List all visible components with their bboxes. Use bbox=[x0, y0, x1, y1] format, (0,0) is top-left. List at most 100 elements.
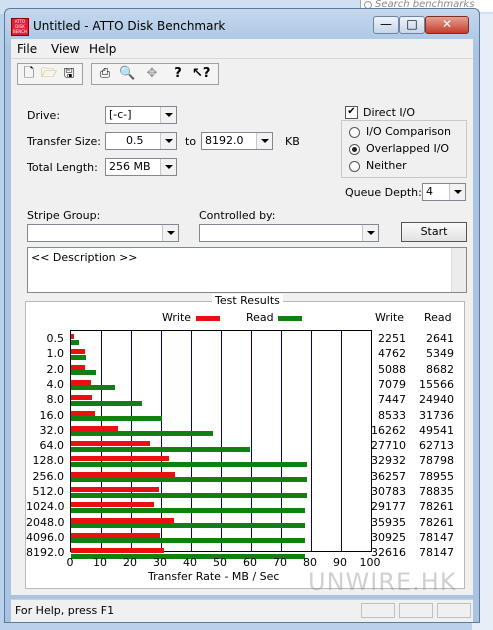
chevron-down-icon[interactable] bbox=[160, 107, 176, 123]
maximize-button[interactable]: □ bbox=[399, 16, 425, 34]
queue-depth-label: Queue Depth: bbox=[345, 186, 422, 199]
x-tick-label: 20 bbox=[123, 556, 137, 569]
context-help-icon[interactable]: ↖? bbox=[192, 66, 210, 82]
write-value: 7079 bbox=[378, 377, 406, 391]
write-bar bbox=[71, 349, 85, 355]
controlled-by-dropdown[interactable] bbox=[199, 224, 379, 242]
chevron-down-icon[interactable] bbox=[162, 225, 178, 241]
save-disk-icon[interactable]: 🖫 bbox=[61, 66, 77, 82]
write-value: 36257 bbox=[371, 469, 406, 483]
read-bar bbox=[71, 461, 307, 467]
write-bar bbox=[71, 502, 155, 508]
status-panel-2 bbox=[399, 603, 433, 618]
drive-value: [-c-] bbox=[109, 108, 132, 121]
transfer-size-from-dropdown[interactable]: 0.5 bbox=[105, 132, 177, 150]
write-value: 35935 bbox=[371, 515, 406, 529]
total-length-dropdown[interactable]: 256 MB bbox=[105, 158, 177, 176]
total-length-label: Total Length: bbox=[27, 161, 98, 174]
chevron-down-icon[interactable] bbox=[256, 133, 272, 149]
category-label: 512.0 bbox=[32, 485, 65, 498]
category-label: 4.0 bbox=[46, 377, 65, 391]
x-tick-label: 10 bbox=[93, 556, 107, 569]
status-panel-1 bbox=[361, 603, 395, 618]
description-text: << Description >> bbox=[31, 251, 138, 264]
menu-view[interactable]: View bbox=[51, 42, 79, 56]
legend-write-swatch bbox=[196, 316, 220, 321]
title-bar[interactable]: ATTO DISK BENCH Untitled - ATTO Disk Ben… bbox=[5, 9, 479, 39]
new-document-icon[interactable]: 🗋 bbox=[21, 66, 37, 82]
write-bar bbox=[71, 441, 151, 447]
io-comparison-label[interactable]: I/O Comparison bbox=[366, 125, 451, 138]
transfer-to-value: 8192.0 bbox=[205, 134, 244, 147]
read-value: 78147 bbox=[419, 546, 454, 560]
read-bar bbox=[71, 400, 143, 406]
overlapped-io-radio[interactable] bbox=[349, 144, 360, 155]
gridline bbox=[281, 331, 282, 551]
read-value: 62713 bbox=[419, 439, 454, 453]
chevron-down-icon[interactable] bbox=[160, 159, 176, 175]
read-bar bbox=[71, 492, 307, 498]
window-title: Untitled - ATTO Disk Benchmark bbox=[33, 19, 226, 33]
close-button[interactable]: ✕ bbox=[425, 16, 469, 34]
atto-app-icon[interactable]: ATTO DISK BENCH bbox=[11, 18, 29, 36]
to-label: to bbox=[185, 135, 197, 148]
write-bar bbox=[71, 548, 165, 554]
print-preview-icon[interactable]: 🔍 bbox=[119, 66, 135, 82]
write-bar bbox=[71, 379, 92, 385]
io-comparison-radio[interactable] bbox=[349, 127, 360, 138]
io-mode-group: I/O Comparison Overlapped I/O Neither bbox=[341, 120, 467, 178]
write-bar bbox=[71, 532, 160, 538]
description-box[interactable]: << Description >> bbox=[27, 247, 467, 293]
chevron-down-icon[interactable] bbox=[449, 184, 465, 200]
write-value: 30925 bbox=[371, 530, 406, 544]
gridline bbox=[221, 331, 222, 551]
direct-io-label[interactable]: Direct I/O bbox=[363, 106, 415, 119]
write-value: 29177 bbox=[371, 500, 406, 514]
chevron-down-icon[interactable] bbox=[160, 133, 176, 149]
menu-help[interactable]: Help bbox=[89, 42, 116, 56]
read-value: 78835 bbox=[419, 485, 454, 498]
read-bar bbox=[71, 354, 87, 360]
write-value: 30783 bbox=[371, 485, 406, 498]
drive-dropdown[interactable]: [-c-] bbox=[105, 106, 177, 124]
overlapped-io-label[interactable]: Overlapped I/O bbox=[366, 142, 449, 155]
category-label: 8.0 bbox=[46, 393, 65, 407]
read-value: 24940 bbox=[419, 393, 454, 407]
controlled-by-label: Controlled by: bbox=[199, 209, 276, 222]
write-column-header: Write bbox=[375, 311, 405, 324]
transfer-size-to-dropdown[interactable]: 8192.0 bbox=[201, 132, 273, 150]
move-icon[interactable]: ✥ bbox=[144, 66, 160, 82]
direct-io-checkbox[interactable]: ✔ bbox=[345, 106, 358, 119]
x-tick-label: 50 bbox=[213, 556, 227, 569]
minimize-button[interactable]: — bbox=[373, 16, 399, 34]
chevron-down-icon[interactable] bbox=[362, 225, 378, 241]
stripe-group-dropdown[interactable] bbox=[27, 224, 179, 242]
category-label: 1.0 bbox=[46, 347, 65, 361]
legend-read-swatch bbox=[278, 316, 302, 321]
read-value: 2641 bbox=[426, 332, 454, 345]
gridline bbox=[311, 331, 312, 551]
menu-file[interactable]: File bbox=[17, 42, 37, 56]
read-bar bbox=[71, 538, 305, 544]
category-label: 0.5 bbox=[46, 332, 65, 345]
start-button[interactable]: Start bbox=[401, 222, 467, 242]
write-value: 5088 bbox=[378, 362, 406, 376]
stripe-group-label: Stripe Group: bbox=[27, 209, 101, 222]
read-bar bbox=[71, 370, 96, 376]
neither-label[interactable]: Neither bbox=[366, 159, 407, 172]
neither-radio[interactable] bbox=[349, 161, 360, 172]
category-label: 4096.0 bbox=[26, 530, 65, 544]
read-value: 78955 bbox=[419, 469, 454, 483]
category-label: 32.0 bbox=[39, 423, 65, 437]
drive-label: Drive: bbox=[27, 109, 61, 122]
transfer-size-label: Transfer Size: bbox=[27, 135, 102, 148]
description-scrollbar[interactable] bbox=[451, 248, 466, 292]
help-icon[interactable]: ? bbox=[170, 66, 186, 82]
print-icon[interactable]: ⎙ bbox=[97, 66, 113, 82]
queue-depth-dropdown[interactable]: 4 bbox=[422, 183, 466, 201]
legend-write-label: Write bbox=[162, 311, 192, 324]
open-folder-icon[interactable]: 🗁 bbox=[41, 66, 57, 82]
read-value: 31736 bbox=[419, 408, 454, 422]
read-bar bbox=[71, 385, 116, 391]
read-bar bbox=[71, 416, 162, 421]
